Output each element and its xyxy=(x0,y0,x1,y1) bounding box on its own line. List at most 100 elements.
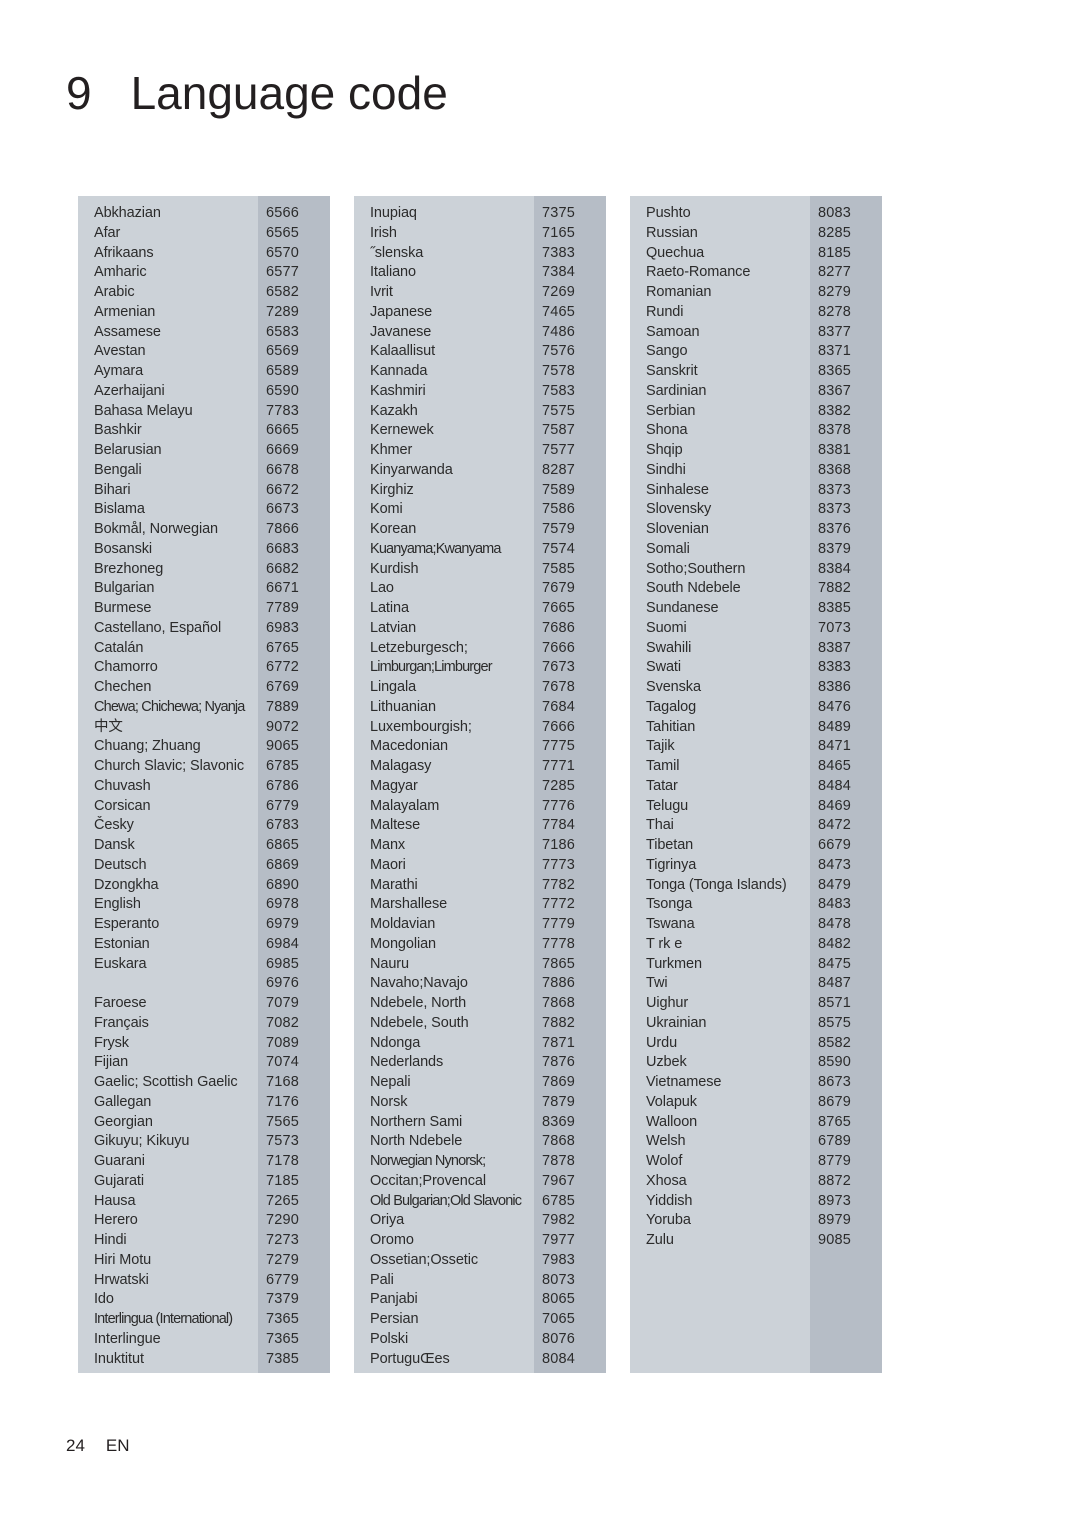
language-code-row: Kuanyama;Kwanyama 7574 xyxy=(354,540,606,560)
language-code-value: 7574 xyxy=(542,540,576,557)
language-code-value: 9072 xyxy=(266,718,300,735)
language-code-value: 7866 xyxy=(266,521,300,537)
language-name: Yiddish xyxy=(646,1192,693,1209)
language-code-row: Tswana 8478 xyxy=(630,915,882,935)
language-code-value: 8065 xyxy=(542,1291,576,1308)
language-code-value: 6865 xyxy=(266,837,300,853)
language-code-row: Kernewek 7587 xyxy=(354,421,606,441)
language-name: Kirghiz xyxy=(370,481,414,498)
language-name: Kazakh xyxy=(370,402,418,419)
language-name: Luxembourgish; xyxy=(370,718,472,735)
language-code-value: 6772 xyxy=(266,659,300,676)
language-name: Guarani xyxy=(94,1153,145,1169)
language-code-value: 7589 xyxy=(542,481,576,498)
language-code-value: 7178 xyxy=(266,1153,300,1169)
language-code-value: 6570 xyxy=(266,244,300,261)
language-code-row: Sotho;Southern 8384 xyxy=(630,560,882,580)
language-name: Serbian xyxy=(646,402,696,419)
language-name: ˝slenska xyxy=(370,244,424,261)
language-code-row: Swahili 8387 xyxy=(630,639,882,659)
language-code-value: 6577 xyxy=(266,264,300,281)
language-code-row: Russian 8285 xyxy=(630,224,882,244)
language-code-value: 6976 xyxy=(266,975,300,992)
language-code-value: 8083 xyxy=(818,205,852,221)
language-name: Japanese xyxy=(370,303,433,320)
language-name: Estonian xyxy=(94,935,150,952)
language-name: Hindi xyxy=(94,1232,127,1248)
language-code-row: Hiri Motu 7279 xyxy=(78,1251,330,1271)
language-code-value: 6785 xyxy=(542,1192,576,1209)
language-code-value: 7576 xyxy=(542,343,576,360)
language-name: 中文 xyxy=(94,718,123,735)
language-code-row: Occitan;Provencal 7967 xyxy=(354,1172,606,1192)
language-code-value: 7384 xyxy=(542,264,576,281)
language-name: Komi xyxy=(370,501,403,518)
language-code-row: Vietnamese 8673 xyxy=(630,1073,882,1093)
language-name: Brezhoneg xyxy=(94,560,164,577)
language-code-value: 7186 xyxy=(542,837,576,853)
language-code-value: 7585 xyxy=(542,560,576,577)
language-name: South Ndebele xyxy=(646,580,741,597)
language-code-row: Burmese 7789 xyxy=(78,599,330,619)
language-name: Macedonian xyxy=(370,738,448,755)
language-name: Deutsch xyxy=(94,856,147,873)
language-code-value: 9065 xyxy=(266,738,300,755)
language-code-row: Hindi 7273 xyxy=(78,1231,330,1251)
language-name: Gikuyu; Kikuyu xyxy=(94,1133,190,1150)
language-code-row: Korean 7579 xyxy=(354,520,606,540)
language-code-row: Georgian 7565 xyxy=(78,1113,330,1133)
language-code-row: Norsk 7879 xyxy=(354,1093,606,1113)
language-name: Sango xyxy=(646,343,688,360)
language-code-value: 8384 xyxy=(818,560,852,577)
language-code-row: Dzongkha 6890 xyxy=(78,876,330,896)
language-name: Oriya xyxy=(370,1212,405,1229)
language-code-value: 7079 xyxy=(266,995,300,1011)
language-code-value: 6765 xyxy=(266,639,300,656)
language-code-row: Avestan 6569 xyxy=(78,342,330,362)
language-code-value: 8185 xyxy=(818,244,852,261)
language-code-value: 8285 xyxy=(818,224,852,241)
chapter-number: 9 xyxy=(66,67,92,119)
language-name: Panjabi xyxy=(370,1291,418,1308)
language-name: Dzongkha xyxy=(94,876,159,893)
language-code-value: 7977 xyxy=(542,1232,576,1248)
language-code-value: 7089 xyxy=(266,1034,300,1051)
language-code-value: 7869 xyxy=(542,1074,576,1090)
language-name: Marshallese xyxy=(370,896,448,913)
language-name: Moldavian xyxy=(370,916,436,932)
language-code-value: 8279 xyxy=(818,284,852,300)
language-code-row: Kannada 7578 xyxy=(354,362,606,382)
language-name: Sanskrit xyxy=(646,363,698,379)
language-name: Raeto-Romance xyxy=(646,264,751,281)
language-name: Kannada xyxy=(370,363,428,379)
language-code-value: 8287 xyxy=(542,461,576,478)
language-code-value: 8483 xyxy=(818,896,852,913)
page-title: Language code xyxy=(130,67,448,119)
language-name: Castellano, Español xyxy=(94,619,222,636)
language-name: Kuanyama;Kwanyama xyxy=(370,540,501,557)
language-code-value: 8378 xyxy=(818,422,852,439)
language-code-value: 8073 xyxy=(542,1271,576,1288)
language-name: Aymara xyxy=(94,363,144,379)
language-code-row: Gallegan 7176 xyxy=(78,1093,330,1113)
language-code-value: 6565 xyxy=(266,224,300,241)
language-code-row: Deutsch 6869 xyxy=(78,856,330,876)
language-name: Georgian xyxy=(94,1113,153,1130)
language-code-row: Raeto-Romance 8277 xyxy=(630,263,882,283)
language-name: Tamil xyxy=(646,758,680,774)
language-name: Malagasy xyxy=(370,758,432,774)
language-code-value: 8489 xyxy=(818,718,852,735)
language-code-value: 7679 xyxy=(542,580,576,597)
language-code-row: Chuvash 6786 xyxy=(78,777,330,797)
language-code-value: 6582 xyxy=(266,284,300,300)
language-code-row: Hrwatski 6779 xyxy=(78,1271,330,1291)
language-name: Shona xyxy=(646,422,688,439)
language-name: Hiri Motu xyxy=(94,1251,152,1268)
language-code-row: Arabic 6582 xyxy=(78,283,330,303)
language-name: Tswana xyxy=(646,916,695,932)
language-code-row: Manx 7186 xyxy=(354,836,606,856)
language-name: Volapuk xyxy=(646,1093,697,1110)
language-code-value: 7982 xyxy=(542,1212,576,1229)
language-code-row: Inuktitut 7385 xyxy=(78,1350,330,1370)
language-code-row: Armenian 7289 xyxy=(78,303,330,323)
